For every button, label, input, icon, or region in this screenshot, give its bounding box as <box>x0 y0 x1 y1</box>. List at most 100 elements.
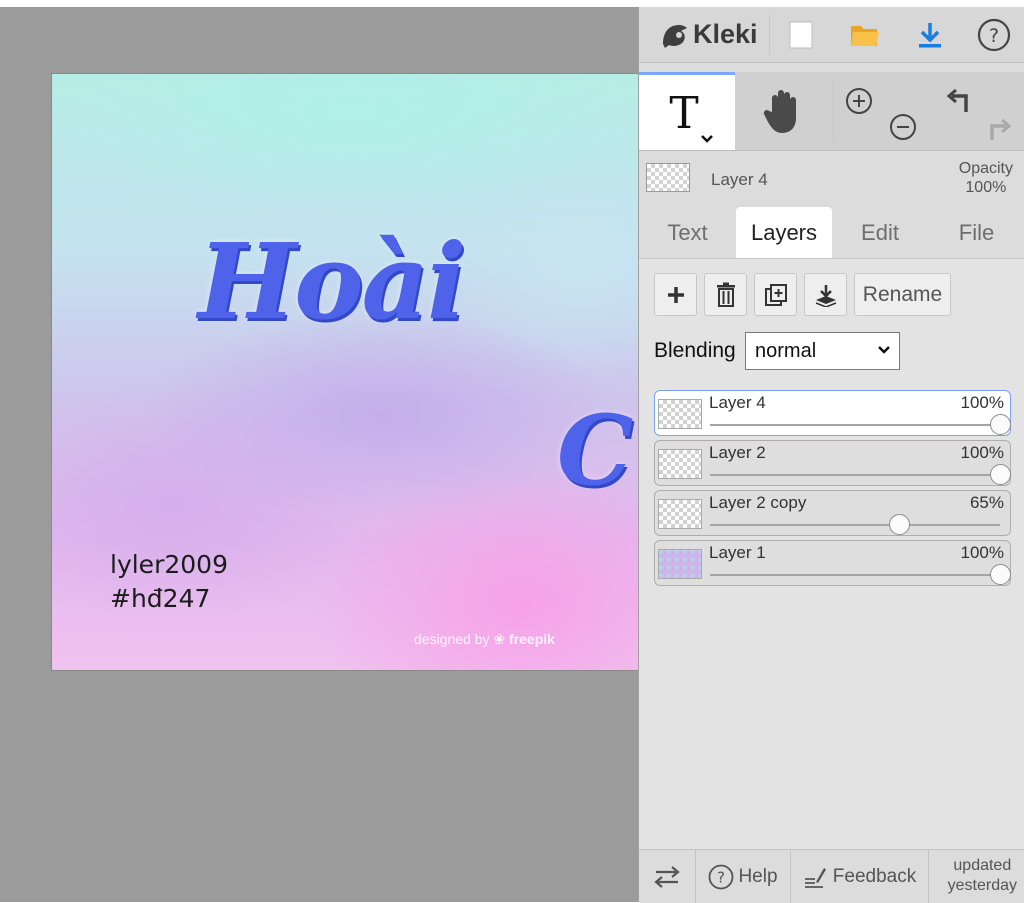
zoom-out-button[interactable] <box>883 72 923 150</box>
layer-thumbnail <box>658 399 702 429</box>
kleki-logo[interactable]: Kleki <box>639 7 769 62</box>
slider-knob[interactable] <box>990 464 1011 485</box>
layer-opacity-slider[interactable] <box>710 414 1011 435</box>
help-button[interactable]: ? <box>963 7 1024 62</box>
text-tool-button[interactable]: T <box>639 72 735 150</box>
tab-file[interactable]: File <box>928 207 1024 258</box>
save-download-button[interactable] <box>899 7 961 62</box>
layers-panel: Rename Blending normal Layer 4 100% Laye… <box>639 259 1024 849</box>
layer-row[interactable]: Layer 4 100% <box>654 390 1011 436</box>
watermark-logo-icon: ❀ <box>493 631 506 647</box>
canvas-credit-tag: #hđ247 <box>110 584 211 613</box>
feedback-button[interactable]: Feedback <box>791 850 928 903</box>
merge-down-icon <box>815 284 836 307</box>
hand-icon <box>763 90 796 133</box>
update-status[interactable]: updated yesterday <box>948 856 1017 896</box>
canvas-art-second-word: C <box>557 394 634 507</box>
tab-edit[interactable]: Edit <box>832 207 928 258</box>
layer-opacity: 100% <box>960 543 1004 562</box>
layer-thumbnail <box>658 499 702 529</box>
layer-name: Layer 4 <box>709 393 766 412</box>
redo-icon <box>990 118 1012 140</box>
chevron-down-icon <box>878 346 890 354</box>
layer-row[interactable]: Layer 2 100% <box>654 440 1011 486</box>
tool-row: T <box>639 72 1024 151</box>
canvas-watermark: designed by ❀ freepik <box>414 631 555 648</box>
undo-icon <box>946 88 968 112</box>
help-footer-button[interactable]: ? Help <box>696 850 790 903</box>
layer-opacity-slider[interactable] <box>710 464 1011 485</box>
delete-layer-button[interactable] <box>704 273 747 316</box>
new-image-button[interactable] <box>770 7 832 62</box>
swap-sides-button[interactable] <box>639 850 695 903</box>
tab-layers[interactable]: Layers <box>736 207 832 258</box>
text-tool-icon: T <box>669 88 713 143</box>
panel-tabs: Text Layers Edit File <box>639 207 1024 259</box>
canvas-art-title: Hoài <box>198 220 467 343</box>
layer-thumbnail <box>658 449 702 479</box>
update-status-line2: yesterday <box>947 877 1017 894</box>
watermark-prefix: designed by <box>414 631 490 647</box>
footer-divider <box>928 850 929 903</box>
layer-name: Layer 2 <box>709 443 766 462</box>
svg-text:T: T <box>669 88 698 139</box>
layer-name: Layer 2 copy <box>709 493 807 512</box>
update-status-line1: updated <box>953 857 1012 874</box>
opacity-value: 100% <box>965 179 1007 196</box>
layer-name: Layer 1 <box>709 543 766 562</box>
side-panel: Kleki ? T Layer 4 Opacity 100% Text Laye… <box>638 7 1024 903</box>
app-name: Kleki <box>693 19 758 49</box>
drawing-canvas[interactable]: Hoài C lyler2009 #hđ247 designed by ❀ fr… <box>51 73 639 671</box>
blending-mode-select[interactable]: normal <box>745 332 900 370</box>
help-icon: ? <box>709 864 734 889</box>
layer-opacity: 100% <box>960 393 1004 412</box>
duplicate-icon <box>764 283 787 306</box>
trash-icon <box>716 282 735 307</box>
merge-down-button[interactable] <box>804 273 847 316</box>
folder-icon <box>851 25 879 46</box>
feedback-label: Feedback <box>832 865 917 887</box>
slider-knob[interactable] <box>990 414 1011 435</box>
blending-label: Blending <box>654 339 736 362</box>
kleki-logo-icon <box>663 24 687 48</box>
download-icon <box>919 22 941 47</box>
svg-text:?: ? <box>989 25 999 47</box>
new-image-icon <box>789 21 813 48</box>
layer-opacity-slider[interactable] <box>710 514 1000 535</box>
redo-button[interactable] <box>979 72 1019 150</box>
current-layer-info: Layer 4 Opacity 100% <box>639 151 1024 203</box>
layer-opacity-slider[interactable] <box>710 564 1011 585</box>
plus-icon <box>667 286 684 303</box>
help-label: Help <box>738 865 778 887</box>
canvas-credit-username: lyler2009 <box>110 550 228 579</box>
app-window: Hoài C lyler2009 #hđ247 designed by ❀ fr… <box>0 7 1024 903</box>
zoom-in-button[interactable] <box>839 72 879 150</box>
opacity-label: Opacity <box>958 160 1013 177</box>
zoom-in-icon <box>846 88 872 114</box>
swap-sides-icon <box>654 865 680 888</box>
undo-button[interactable] <box>939 72 979 150</box>
duplicate-layer-button[interactable] <box>754 273 797 316</box>
toolrow-divider <box>833 80 834 142</box>
top-toolbar: Kleki ? <box>639 7 1024 63</box>
layer-thumbnail <box>658 549 702 579</box>
current-layer-name: Layer 4 <box>711 170 768 189</box>
layer-row[interactable]: Layer 2 copy 65% <box>654 490 1011 536</box>
open-image-button[interactable] <box>834 7 896 62</box>
watermark-brand: freepik <box>509 631 555 647</box>
layer-opacity: 100% <box>960 443 1004 462</box>
panel-footer: ? Help Feedback updated yesterday <box>639 849 1024 903</box>
add-layer-button[interactable] <box>654 273 697 316</box>
tab-text[interactable]: Text <box>639 207 736 258</box>
blending-mode-value: normal <box>755 339 817 362</box>
current-layer-thumbnail <box>646 163 690 192</box>
help-icon: ? <box>977 18 1011 51</box>
layer-row[interactable]: Layer 1 100% <box>654 540 1011 586</box>
svg-text:?: ? <box>717 868 725 886</box>
feedback-icon <box>804 867 826 888</box>
slider-knob[interactable] <box>990 564 1011 585</box>
hand-tool-button[interactable] <box>735 72 833 150</box>
zoom-out-icon <box>890 114 916 140</box>
slider-knob[interactable] <box>888 514 910 535</box>
rename-layer-button[interactable]: Rename <box>854 273 951 316</box>
